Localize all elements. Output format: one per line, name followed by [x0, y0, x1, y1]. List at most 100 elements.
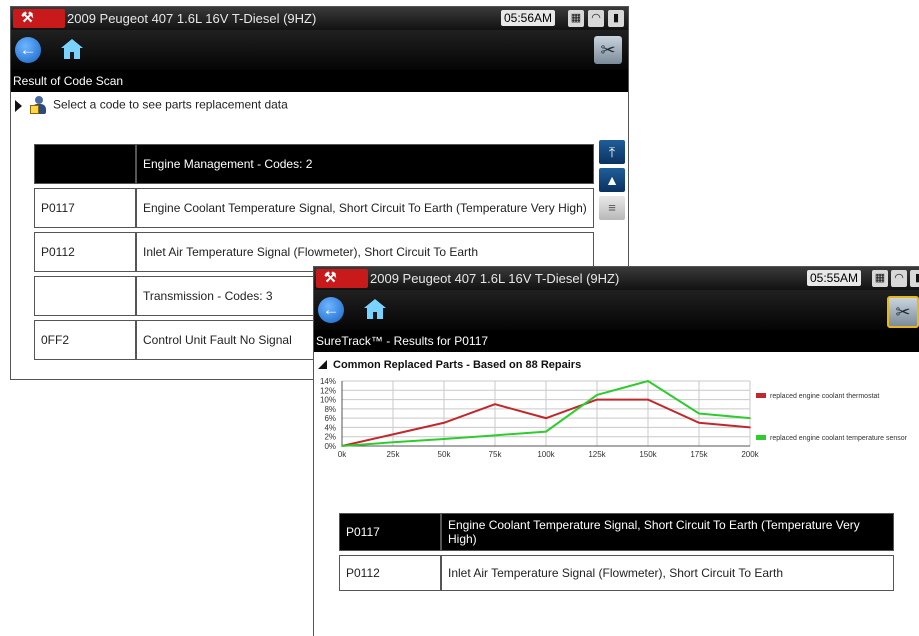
description-cell: Engine Management - Codes: 2	[136, 144, 594, 184]
status-bar: ⚒ 2009 Peugeot 407 1.6L 16V T-Diesel (9H…	[11, 7, 628, 30]
y-tick-label: 12%	[320, 386, 336, 395]
data-point	[647, 398, 649, 401]
table-row[interactable]: Engine Management - Codes: 2	[34, 144, 594, 184]
description-cell: Inlet Air Temperature Signal (Flowmeter)…	[441, 555, 894, 591]
scroll-thumb[interactable]: ≡	[599, 196, 625, 220]
y-tick-label: 6%	[324, 414, 336, 423]
replaced-parts-line-chart: 0%2%4%6%8%10%12%14% 0k 25k 50k 75k 100k 125k 15…	[320, 377, 908, 459]
expand-triangle-icon[interactable]	[15, 99, 22, 112]
code-cell: P0112	[339, 555, 441, 591]
y-tick-label: 14%	[320, 377, 336, 386]
wrench-tools-icon: ✂	[600, 40, 616, 60]
suretrack-window: ⚒ 2009 Peugeot 407 1.6L 16V T-Diesel (9H…	[313, 266, 919, 636]
data-point	[596, 398, 598, 401]
y-tick-label: 8%	[324, 405, 336, 414]
data-point	[392, 433, 394, 436]
y-tick-label: 4%	[324, 423, 336, 432]
data-point	[749, 426, 751, 429]
chevron-up-icon: ▲	[605, 172, 619, 188]
legend-swatch	[756, 435, 766, 440]
data-point	[443, 421, 445, 424]
x-tick-label: 75k	[489, 450, 503, 459]
table-row[interactable]: P0117 Engine Coolant Temperature Signal, …	[34, 188, 594, 228]
chart-title: Common Replaced Parts - Based on 88 Repa…	[333, 359, 582, 371]
network-icon: ▦	[568, 10, 584, 27]
data-point	[494, 403, 496, 406]
codes-table: P0117 Engine Coolant Temperature Signal, …	[339, 509, 894, 595]
x-tick-label: 175k	[690, 450, 708, 459]
data-point	[494, 434, 496, 437]
x-tick-label: 125k	[588, 450, 606, 459]
home-button[interactable]	[61, 39, 83, 60]
legend-label: replaced engine coolant temperature sens…	[770, 435, 908, 442]
scroll-up-button[interactable]: ▲	[599, 168, 625, 192]
x-tick-label: 200k	[741, 450, 759, 459]
clock: 05:56AM	[501, 10, 556, 26]
technician-icon	[30, 96, 47, 115]
table-row[interactable]: P0117 Engine Coolant Temperature Signal, …	[339, 513, 894, 551]
code-cell	[34, 144, 136, 184]
home-button[interactable]	[364, 299, 386, 320]
list-lines-icon: ≡	[608, 200, 616, 215]
back-arrow-icon: ←	[19, 40, 37, 59]
back-button[interactable]: ←	[15, 37, 41, 63]
battery-icon: ▮	[910, 270, 919, 287]
wifi-icon: ◠	[588, 10, 604, 27]
legend-swatch	[756, 393, 766, 398]
home-icon	[61, 39, 83, 48]
x-tick-label: 50k	[438, 450, 452, 459]
back-arrow-icon: ←	[322, 300, 340, 319]
data-point	[596, 394, 598, 396]
data-point	[341, 445, 343, 447]
y-tick-label: 0%	[324, 442, 336, 451]
y-tick-label: 2%	[324, 433, 336, 442]
tools-button[interactable]: ✂	[594, 36, 622, 64]
scroll-to-top-button[interactable]: ⤒	[599, 140, 625, 164]
page-title: SureTrack™ - Results for P0117	[314, 330, 919, 352]
data-point	[443, 438, 445, 440]
data-point	[545, 417, 547, 419]
back-button[interactable]: ←	[318, 297, 344, 323]
page-title: Result of Code Scan	[11, 70, 628, 92]
wrench-tools-icon: ✂	[895, 302, 911, 322]
collapse-triangle-icon[interactable]	[318, 360, 327, 369]
instruction-line: Select a code to see parts replacement d…	[15, 96, 288, 115]
x-tick-label: 25k	[387, 450, 401, 459]
code-cell: P0117	[34, 188, 136, 228]
description-cell: Engine Coolant Temperature Signal, Short…	[441, 513, 894, 551]
toolbar: ← ✂	[314, 290, 919, 330]
clock: 05:55AM	[807, 270, 862, 286]
legend-label: replaced engine coolant thermostat	[770, 393, 879, 400]
double-chevron-up-icon: ⤒	[608, 144, 616, 160]
home-icon	[364, 299, 386, 308]
instruction-text: Select a code to see parts replacement d…	[53, 97, 288, 112]
status-bar: ⚒ 2009 Peugeot 407 1.6L 16V T-Diesel (9H…	[314, 267, 919, 290]
vehicle-title: 2009 Peugeot 407 1.6L 16V T-Diesel (9HZ)	[67, 11, 317, 26]
data-point	[698, 421, 700, 424]
table-row[interactable]: P0112 Inlet Air Temperature Signal (Flowm…	[339, 555, 894, 591]
x-tick-label: 100k	[537, 450, 555, 459]
snap-on-logo-icon: ⚒	[13, 9, 65, 28]
data-point	[698, 412, 700, 415]
code-cell: P0117	[339, 513, 441, 551]
description-cell: Engine Coolant Temperature Signal, Short…	[136, 188, 594, 228]
code-cell: P0112	[34, 232, 136, 272]
data-point	[749, 417, 751, 419]
vehicle-title: 2009 Peugeot 407 1.6L 16V T-Diesel (9HZ)	[370, 271, 620, 286]
toolbar: ← ✂	[11, 30, 628, 70]
code-cell	[34, 276, 136, 316]
tools-button[interactable]: ✂	[887, 296, 919, 328]
data-point	[392, 441, 394, 444]
chart-heading: Common Replaced Parts - Based on 88 Repa…	[318, 359, 581, 371]
data-point	[545, 430, 547, 433]
data-point	[647, 380, 649, 382]
code-cell: 0FF2	[34, 320, 136, 360]
y-tick-label: 10%	[320, 396, 336, 405]
scrollbar[interactable]: ⤒ ▲ ≡	[597, 140, 627, 232]
wifi-icon: ◠	[891, 270, 907, 287]
x-tick-label: 0k	[338, 450, 347, 459]
x-tick-label: 150k	[639, 450, 657, 459]
snap-on-logo-icon: ⚒	[316, 269, 368, 288]
battery-icon: ▮	[608, 10, 624, 27]
network-icon: ▦	[872, 270, 888, 287]
